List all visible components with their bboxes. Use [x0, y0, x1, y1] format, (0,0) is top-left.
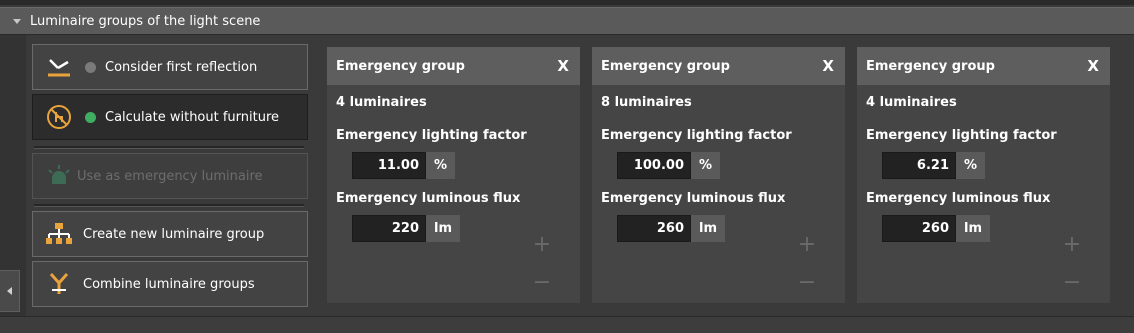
section-title: Luminaire groups of the light scene	[30, 13, 261, 29]
luminaire-groups-panel: Luminaire groups of the light scene Cons…	[0, 0, 1134, 333]
emergency-lighting-factor-label: Emergency lighting factor	[601, 128, 792, 143]
unit-label: lm	[426, 215, 461, 242]
unit-label: lm	[691, 215, 726, 242]
add-luminaire-button[interactable]: +	[797, 234, 817, 256]
separator	[34, 146, 304, 149]
luminaire-group-icon	[41, 219, 77, 249]
chevron-left-icon	[7, 287, 12, 295]
group-name: Emergency group	[866, 58, 995, 74]
close-group-button[interactable]: X	[557, 57, 569, 75]
separator	[34, 204, 304, 207]
use-as-emergency-luminaire-label: Use as emergency luminaire	[77, 168, 263, 184]
top-divider	[0, 0, 1134, 5]
emergency-lighting-factor-input[interactable]: 100.00	[617, 152, 691, 179]
remove-luminaire-button[interactable]: −	[797, 272, 817, 294]
status-dot	[85, 61, 96, 73]
emergency-lighting-factor-input[interactable]: 6.21	[882, 152, 956, 179]
emergency-lighting-factor-field: 100.00 %	[617, 152, 721, 179]
section-header[interactable]: Luminaire groups of the light scene	[0, 7, 1134, 35]
unit-label: %	[691, 152, 721, 179]
unit-label: %	[426, 152, 456, 179]
emergency-group-card: Emergency group X 8 luminaires Emergency…	[592, 47, 845, 303]
group-card-header: Emergency group X	[327, 47, 580, 85]
emergency-light-icon	[41, 161, 77, 191]
emergency-lighting-factor-label: Emergency lighting factor	[866, 128, 1057, 143]
add-luminaire-button[interactable]: +	[532, 234, 552, 256]
emergency-luminous-flux-input[interactable]: 260	[617, 215, 691, 242]
emergency-lighting-factor-label: Emergency lighting factor	[336, 128, 527, 143]
remove-luminaire-button[interactable]: −	[532, 272, 552, 294]
emergency-lighting-factor-field: 11.00 %	[352, 152, 456, 179]
luminaire-count: 4 luminaires	[866, 95, 957, 110]
combine-groups-icon	[41, 269, 77, 299]
group-name: Emergency group	[601, 58, 730, 74]
consider-first-reflection-button[interactable]: Consider first reflection	[32, 44, 308, 90]
group-card-header: Emergency group X	[592, 47, 845, 85]
close-group-button[interactable]: X	[822, 57, 834, 75]
group-card-header: Emergency group X	[857, 47, 1110, 85]
calculate-without-furniture-label: Calculate without furniture	[105, 109, 280, 125]
luminaire-count: 8 luminaires	[601, 95, 692, 110]
combine-luminaire-groups-button[interactable]: Combine luminaire groups	[32, 261, 308, 307]
consider-first-reflection-label: Consider first reflection	[105, 59, 258, 75]
emergency-luminous-flux-label: Emergency luminous flux	[601, 191, 786, 206]
emergency-luminous-flux-input[interactable]: 260	[882, 215, 956, 242]
emergency-group-card: Emergency group X 4 luminaires Emergency…	[327, 47, 580, 303]
emergency-group-card: Emergency group X 4 luminaires Emergency…	[857, 47, 1110, 303]
emergency-luminous-flux-field: 260 lm	[882, 215, 991, 242]
emergency-luminous-flux-label: Emergency luminous flux	[336, 191, 521, 206]
status-dot	[85, 111, 96, 123]
collapse-side-panel-button[interactable]	[0, 270, 20, 312]
create-new-luminaire-group-button[interactable]: Create new luminaire group	[32, 211, 308, 257]
remove-luminaire-button[interactable]: −	[1062, 272, 1082, 294]
add-luminaire-button[interactable]: +	[1062, 234, 1082, 256]
close-group-button[interactable]: X	[1087, 57, 1099, 75]
luminaire-count: 4 luminaires	[336, 95, 427, 110]
emergency-lighting-factor-input[interactable]: 11.00	[352, 152, 426, 179]
collapse-triangle-icon[interactable]	[13, 18, 21, 24]
emergency-luminous-flux-field: 220 lm	[352, 215, 461, 242]
unit-label: %	[956, 152, 986, 179]
no-furniture-icon	[41, 102, 77, 132]
unit-label: lm	[956, 215, 991, 242]
emergency-lighting-factor-field: 6.21 %	[882, 152, 986, 179]
emergency-luminous-flux-field: 260 lm	[617, 215, 726, 242]
emergency-luminous-flux-input[interactable]: 220	[352, 215, 426, 242]
create-new-luminaire-group-label: Create new luminaire group	[83, 226, 265, 242]
use-as-emergency-luminaire-button[interactable]: Use as emergency luminaire	[32, 153, 308, 199]
reflection-icon	[41, 52, 77, 82]
bottom-bar	[0, 316, 1134, 333]
group-name: Emergency group	[336, 58, 465, 74]
calculate-without-furniture-button[interactable]: Calculate without furniture	[32, 94, 308, 140]
emergency-luminous-flux-label: Emergency luminous flux	[866, 191, 1051, 206]
combine-luminaire-groups-label: Combine luminaire groups	[83, 276, 255, 292]
